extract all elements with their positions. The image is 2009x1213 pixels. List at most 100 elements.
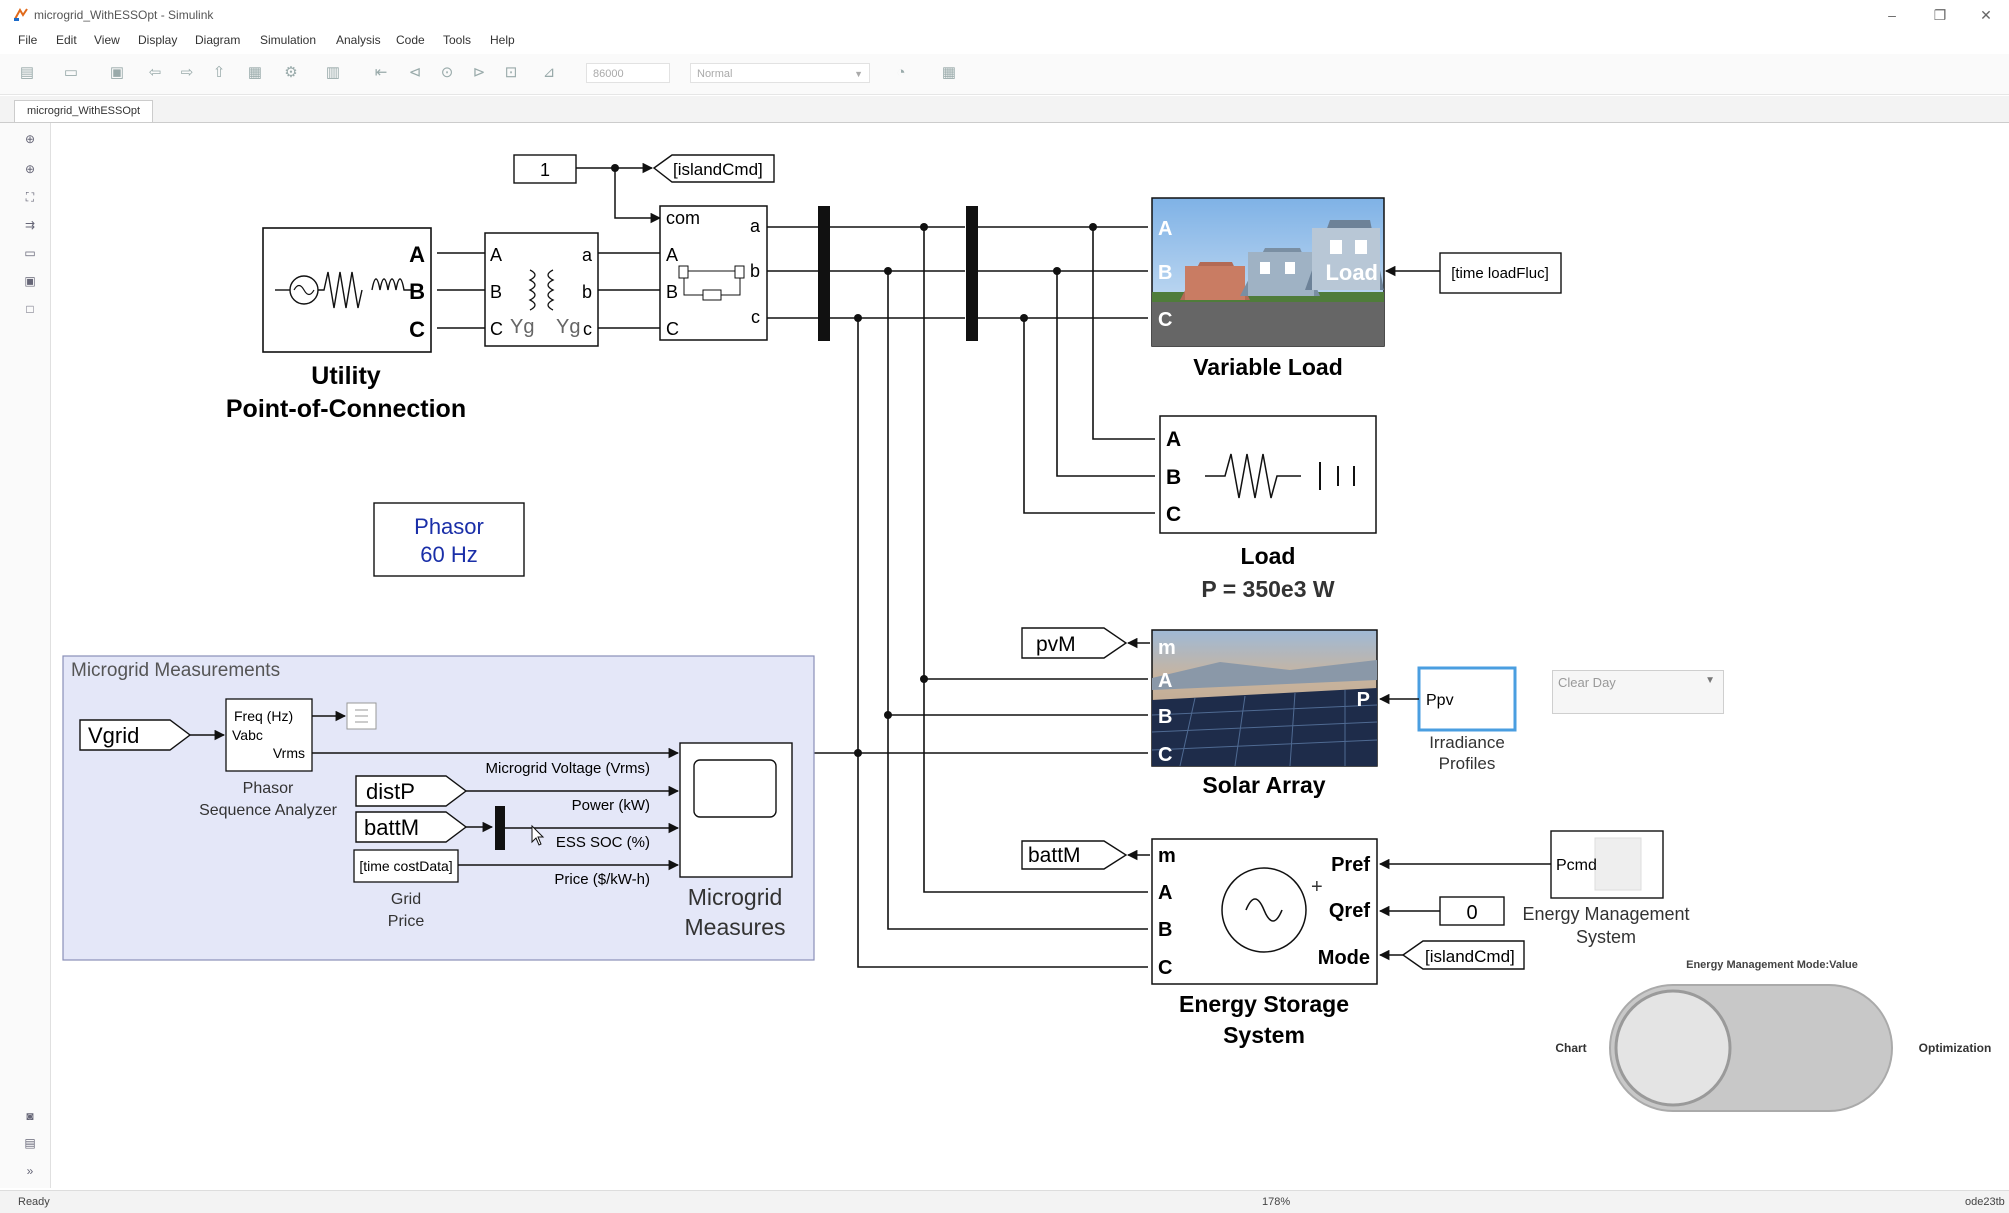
bus-bar-2[interactable] xyxy=(966,206,978,341)
goto-battm-ess-label: battM xyxy=(1028,844,1081,867)
analyzer-freq-port: Freq (Hz) xyxy=(234,708,293,724)
solar-port-a: A xyxy=(1158,670,1172,692)
scope-label-1: Microgrid xyxy=(688,884,783,910)
image-icon[interactable]: ▣ xyxy=(22,273,38,289)
transformer-out-c: c xyxy=(583,319,592,339)
status-bar: Ready 178% ode23tb xyxy=(0,1190,2009,1213)
irradiance-label-2: Profiles xyxy=(1439,754,1496,773)
constant-one-value: 1 xyxy=(540,160,550,180)
solar-array-block[interactable] xyxy=(1151,629,1378,767)
menu-file[interactable]: File xyxy=(18,33,37,47)
transformer-in-a: A xyxy=(490,245,502,265)
fit-view-icon[interactable]: ⛶ xyxy=(22,189,38,205)
menu-code[interactable]: Code xyxy=(396,33,425,47)
utility-source-block[interactable] xyxy=(262,227,432,353)
fast-restart-icon[interactable]: ◔ xyxy=(890,62,912,84)
measurements-title: Microgrid Measurements xyxy=(71,660,280,681)
simulation-mode-select[interactable]: Normal ▼ xyxy=(690,63,870,83)
zoom-icon[interactable]: ⊕ xyxy=(22,161,38,177)
new-model-icon[interactable]: ▤ xyxy=(16,62,38,84)
stop-time-field[interactable]: 86000 xyxy=(586,63,670,83)
variable-load-input-label: Load xyxy=(1325,260,1378,285)
stop-icon[interactable]: ⊡ xyxy=(500,62,522,84)
transformer-yg-1: Yg xyxy=(510,316,534,338)
area-icon[interactable]: □ xyxy=(22,301,38,317)
arrows-icon[interactable]: ⇉ xyxy=(22,217,38,233)
data-inspector-icon[interactable]: ⊿ xyxy=(538,62,560,84)
block-diagram: 1 [islandCmd] A B C Utility Point-of-Con… xyxy=(62,154,1992,1112)
toggle-right-label: Optimization xyxy=(1919,1041,1992,1055)
open-icon[interactable]: ▭ xyxy=(60,62,82,84)
bus-bar-1[interactable] xyxy=(818,206,830,341)
utility-port-b: B xyxy=(409,279,425,304)
menu-display[interactable]: Display xyxy=(138,33,177,47)
back-icon[interactable]: ⇦ xyxy=(144,62,166,84)
menu-edit[interactable]: Edit xyxy=(56,33,77,47)
signal-price-label: Price ($/kW-h) xyxy=(554,871,650,888)
model-settings-icon[interactable]: ⚙ xyxy=(280,62,302,84)
ess-port-mode: Mode xyxy=(1318,947,1370,969)
menu-bar: File Edit View Display Diagram Simulatio… xyxy=(0,30,2009,52)
ems-label-1: Energy Management xyxy=(1522,904,1689,924)
toggle-left-label: Chart xyxy=(1555,1041,1586,1055)
explorer-icon[interactable]: ▥ xyxy=(322,62,344,84)
from-loadfluc-label: [time loadFluc] xyxy=(1451,265,1549,282)
up-icon[interactable]: ⇧ xyxy=(208,62,230,84)
screenshot-icon[interactable]: ◙ xyxy=(22,1108,38,1124)
menu-view[interactable]: View xyxy=(94,33,120,47)
expand-icon[interactable]: » xyxy=(22,1163,38,1179)
utility-port-a: A xyxy=(409,242,425,267)
irradiance-port: Ppv xyxy=(1426,692,1454,709)
variable-load-title: Variable Load xyxy=(1193,354,1343,380)
chevron-down-icon: ▼ xyxy=(854,69,863,79)
utility-title-1: Utility xyxy=(311,362,381,390)
minimize-button[interactable]: – xyxy=(1872,4,1912,26)
hide-browser-icon[interactable]: ⊕ xyxy=(22,131,38,147)
forward-icon[interactable]: ⇨ xyxy=(176,62,198,84)
variable-load-port-b: B xyxy=(1158,262,1172,284)
solar-port-p: P xyxy=(1357,689,1370,711)
menu-tools[interactable]: Tools xyxy=(443,33,471,47)
annotation-icon[interactable]: ▭ xyxy=(22,245,38,261)
scope-screen-icon xyxy=(693,759,777,818)
menu-analysis[interactable]: Analysis xyxy=(336,33,381,47)
menu-help[interactable]: Help xyxy=(490,33,515,47)
tab-model[interactable]: microgrid_WithESSOpt xyxy=(14,100,154,122)
ess-port-pref: Pref xyxy=(1331,854,1370,876)
step-icon[interactable]: ⊲ xyxy=(404,62,426,84)
ems-chart-icon xyxy=(1594,837,1642,891)
property-inspector-icon[interactable]: ▤ xyxy=(22,1135,38,1151)
rl-load-title: Load xyxy=(1241,543,1296,569)
rl-load-block[interactable] xyxy=(1159,415,1377,534)
mode-toggle-knob[interactable] xyxy=(1614,989,1732,1107)
step-forward-icon[interactable]: ⊳ xyxy=(468,62,490,84)
library-browser-icon[interactable]: ▦ xyxy=(244,62,266,84)
run-icon[interactable]: ⊙ xyxy=(436,62,458,84)
solar-title: Solar Array xyxy=(1202,772,1325,798)
ess-port-qref: Qref xyxy=(1329,900,1370,922)
grid-price-label-2: Price xyxy=(388,913,425,930)
analyzer-vabc-port: Vabc xyxy=(232,727,263,743)
ess-port-b: B xyxy=(1158,919,1172,941)
signal-soc-label: ESS SOC (%) xyxy=(556,834,650,851)
selector-bar[interactable] xyxy=(495,806,505,850)
menu-diagram[interactable]: Diagram xyxy=(195,33,240,47)
status-solver[interactable]: ode23tb xyxy=(1965,1196,2005,1208)
scope-label-2: Measures xyxy=(685,914,786,940)
grid-icon[interactable]: ▦ xyxy=(938,62,960,84)
save-icon[interactable]: ▣ xyxy=(106,62,128,84)
transformer-yg-2: Yg xyxy=(556,316,580,338)
breaker-out-a: a xyxy=(750,216,761,236)
irradiance-profile-dropdown[interactable]: Clear Day ▼ xyxy=(1552,670,1724,714)
transformer-in-c: C xyxy=(490,319,503,339)
ess-port-c: C xyxy=(1158,957,1172,979)
restore-button[interactable]: ❐ xyxy=(1920,4,1960,26)
step-back-icon[interactable]: ⇤ xyxy=(370,62,392,84)
powergui-line-2: 60 Hz xyxy=(420,542,477,567)
menu-simulation[interactable]: Simulation xyxy=(260,33,316,47)
ess-title-1: Energy Storage xyxy=(1179,991,1349,1017)
close-button[interactable]: ✕ xyxy=(1966,4,2006,26)
model-canvas[interactable]: 1 [islandCmd] A B C Utility Point-of-Con… xyxy=(51,123,2009,1188)
analyzer-label-2: Sequence Analyzer xyxy=(199,802,338,819)
toggle-title: Energy Management Mode:Value xyxy=(1686,959,1858,971)
